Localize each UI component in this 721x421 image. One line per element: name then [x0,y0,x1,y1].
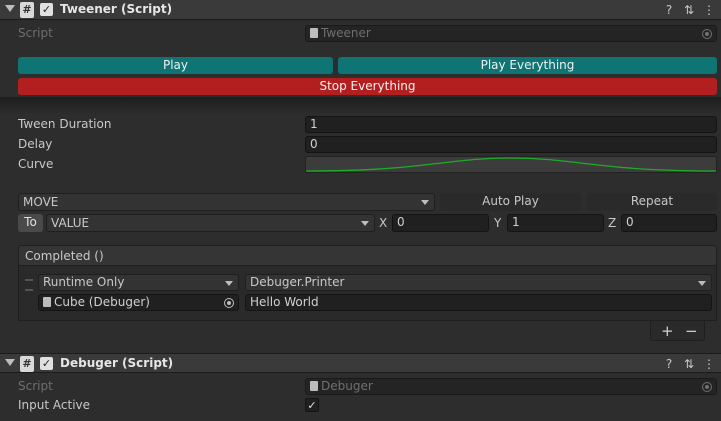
x-label: X [379,216,388,230]
preset-sliders-icon[interactable]: ⇅ [682,357,696,371]
y-label: Y [494,216,502,230]
object-picker-icon[interactable] [224,298,234,308]
script-field-value: Tweener [321,26,371,40]
more-options-icon[interactable]: ⋮ [702,357,716,371]
z-label: Z [608,216,617,230]
y-field[interactable]: 1 [507,214,604,232]
debuger-component-header[interactable]: # ✓ Debuger (Script) ? ⇅ ⋮ [0,353,721,373]
divider-shadow [0,97,721,115]
list-footer: + − [650,321,705,341]
event-header: Completed () [18,245,717,266]
script-field: Debuger [305,378,717,395]
target-object-value: Cube (Debuger) [54,295,150,309]
script-file-icon [43,297,51,307]
chevron-down-icon [421,200,429,205]
function-value: Debuger.Printer [250,275,345,289]
tweener-title: Tweener (Script) [60,2,173,16]
preset-sliders-icon[interactable]: ⇅ [682,3,696,17]
drag-handle-icon[interactable] [25,279,33,291]
script-file-icon [310,28,318,38]
tween-duration-label: Tween Duration [18,117,112,131]
help-icon[interactable]: ? [662,3,676,17]
script-hash-icon: # [20,356,34,372]
object-picker-icon [702,382,712,392]
play-button[interactable]: Play [18,57,333,74]
foldout-arrow-icon[interactable] [5,359,15,366]
delay-label: Delay [18,137,53,151]
value-type-value: VALUE [51,216,90,230]
tween-duration-field[interactable]: 1 [305,116,717,133]
auto-play-toggle[interactable]: Auto Play [440,193,581,211]
runtime-dropdown[interactable]: Runtime Only [38,274,239,291]
script-hash-icon: # [20,2,34,18]
tweener-enabled-checkbox[interactable]: ✓ [40,3,53,16]
script-label: Script [18,26,53,40]
debuger-title: Debuger (Script) [60,356,174,370]
script-field: Tweener [305,25,717,42]
function-dropdown[interactable]: Debuger.Printer [245,274,712,291]
script-file-icon [310,381,318,391]
stop-everything-button[interactable]: Stop Everything [18,78,717,95]
script-label: Script [18,379,53,393]
value-type-dropdown[interactable]: VALUE [46,214,375,232]
tween-type-dropdown[interactable]: MOVE [18,193,435,211]
event-header-label: Completed () [25,249,104,263]
chevron-down-icon [698,281,706,286]
object-picker-icon [702,29,712,39]
foldout-arrow-icon[interactable] [5,5,15,12]
chevron-down-icon [225,281,233,286]
play-everything-button[interactable]: Play Everything [338,57,717,74]
repeat-toggle[interactable]: Repeat [587,193,717,211]
curve-label: Curve [18,157,54,171]
chevron-down-icon [361,221,369,226]
target-object-field[interactable]: Cube (Debuger) [38,294,239,311]
x-field[interactable]: 0 [392,214,489,232]
add-item-button[interactable]: + [661,322,674,340]
argument-field[interactable]: Hello World [245,294,712,311]
debuger-enabled-checkbox[interactable]: ✓ [40,357,53,370]
delay-field[interactable]: 0 [305,136,717,153]
help-icon[interactable]: ? [662,357,676,371]
input-active-checkbox[interactable]: ✓ [305,398,319,412]
remove-item-button[interactable]: − [685,322,698,340]
tween-type-value: MOVE [23,195,59,209]
script-field-value: Debuger [321,379,373,393]
curve-graph [306,157,716,172]
input-active-label: Input Active [18,398,91,412]
curve-field[interactable] [305,156,717,173]
more-options-icon[interactable]: ⋮ [702,3,716,17]
z-field[interactable]: 0 [621,214,717,232]
runtime-value: Runtime Only [43,275,125,289]
to-toggle-button[interactable]: To [18,214,43,232]
tweener-component-header[interactable]: # ✓ Tweener (Script) ? ⇅ ⋮ [0,0,721,20]
